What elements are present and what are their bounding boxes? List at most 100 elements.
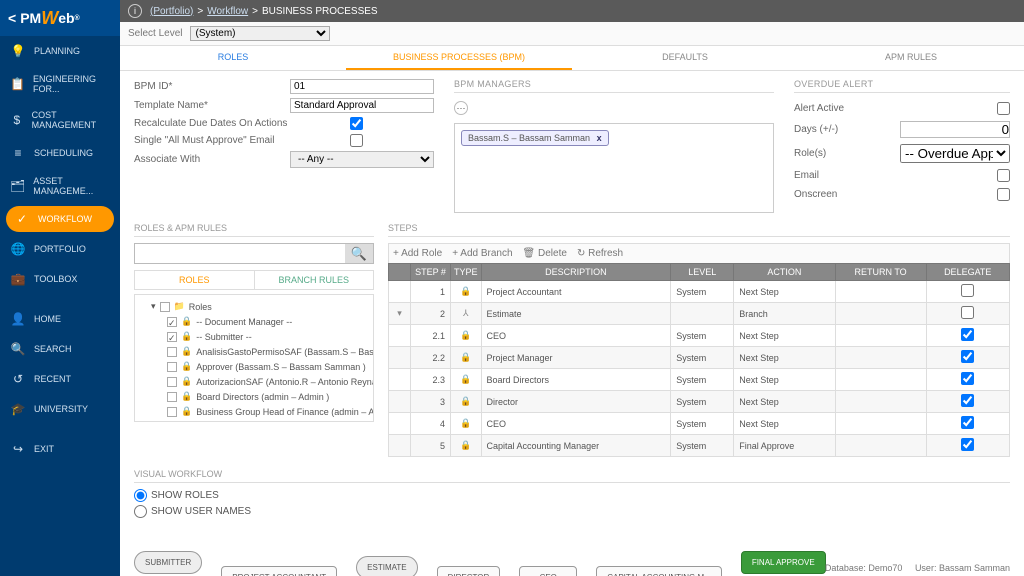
tree-checkbox[interactable] [167, 407, 177, 417]
nav-home[interactable]: 👤HOME [0, 304, 120, 334]
step-row[interactable]: ▾2⅄EstimateBranch [389, 303, 1010, 325]
col-header[interactable]: TYPE [451, 264, 482, 281]
nav-icon: ≡ [10, 146, 26, 160]
nav-recent[interactable]: ↺RECENT [0, 364, 120, 394]
delegate-checkbox[interactable] [961, 394, 974, 407]
tree-checkbox[interactable] [167, 392, 177, 402]
inner-tab-roles[interactable]: ROLES [135, 271, 254, 289]
step-row[interactable]: 2.2🔒Project ManagerSystemNext Step [389, 347, 1010, 369]
nav-university[interactable]: 🎓UNIVERSITY [0, 394, 120, 424]
overdue-onscreen-checkbox[interactable] [997, 188, 1010, 201]
col-header[interactable]: RETURN TO [835, 264, 926, 281]
overdue-alert-header: OVERDUE ALERT [794, 79, 1010, 93]
overdue-roles-select[interactable]: -- Overdue Approver -- [900, 144, 1010, 163]
step-row[interactable]: 2.1🔒CEOSystemNext Step [389, 325, 1010, 347]
delegate-checkbox[interactable] [961, 350, 974, 363]
flow-capital-accounting[interactable]: CAPITAL ACCOUNTING M... [596, 566, 722, 576]
tree-node[interactable]: ▾ 📁 Roles [139, 299, 369, 314]
nav-icon: 🎓 [10, 402, 26, 416]
tab-business-processes[interactable]: BUSINESS PROCESSES (BPM) [346, 46, 572, 70]
delegate-checkbox[interactable] [961, 416, 974, 429]
flow-ceo[interactable]: CEO [519, 566, 577, 576]
add-role-button[interactable]: + Add Role [393, 248, 442, 259]
delegate-checkbox[interactable] [961, 372, 974, 385]
template-name-input[interactable] [290, 98, 434, 113]
tree-node[interactable]: ✓🔒 -- Document Manager -- [139, 314, 369, 329]
flow-project-accountant[interactable]: PROJECT ACCOUNTANT [221, 566, 337, 576]
tree-checkbox[interactable] [167, 377, 177, 387]
nav-exit[interactable]: ↪EXIT [0, 434, 120, 464]
nav-planning[interactable]: 💡PLANNING [0, 36, 120, 66]
tree-node[interactable]: 🔒 AutorizacionSAF (Antonio.R – Antonio R… [139, 374, 369, 389]
tree-checkbox[interactable] [160, 302, 170, 312]
step-row[interactable]: 4🔒CEOSystemNext Step [389, 413, 1010, 435]
flow-final-approve[interactable]: FINAL APPROVE [741, 551, 826, 574]
tree-checkbox[interactable] [167, 362, 177, 372]
flow-submitter[interactable]: SUBMITTER [134, 551, 202, 574]
nav-engineering-for-[interactable]: 📋ENGINEERING FOR... [0, 66, 120, 102]
refresh-button[interactable]: ↻ Refresh [577, 248, 623, 259]
associate-with-select[interactable]: -- Any -- [290, 151, 434, 168]
nav-cost-management[interactable]: $COST MANAGEMENT [0, 102, 120, 138]
col-header[interactable]: DELEGATE [926, 264, 1010, 281]
main-area: i (Portfolio) > Workflow > BUSINESS PROC… [120, 0, 1024, 576]
topbar: i (Portfolio) > Workflow > BUSINESS PROC… [120, 0, 1024, 22]
flow-estimate[interactable]: ESTIMATE [356, 556, 417, 576]
delegate-checkbox[interactable] [961, 284, 974, 297]
tab-roles[interactable]: ROLES [120, 46, 346, 70]
nav-icon: ↪ [10, 442, 26, 456]
delete-button[interactable]: 🗑 Delete [523, 248, 567, 259]
tree-checkbox[interactable]: ✓ [167, 332, 177, 342]
nav-search[interactable]: 🔍SEARCH [0, 334, 120, 364]
step-row[interactable]: 2.3🔒Board DirectorsSystemNext Step [389, 369, 1010, 391]
tree-checkbox[interactable]: ✓ [167, 317, 177, 327]
remove-chip-icon[interactable]: x [597, 133, 602, 143]
tree-node[interactable]: 🔒 AnalisisGastoPermisoSAF (Bassam.S – Ba… [139, 344, 369, 359]
step-row[interactable]: 3🔒DirectorSystemNext Step [389, 391, 1010, 413]
tree-checkbox[interactable] [167, 347, 177, 357]
overdue-email-checkbox[interactable] [997, 169, 1010, 182]
lock-icon: 🔒 [181, 346, 192, 357]
step-row[interactable]: 1🔒Project AccountantSystemNext Step [389, 281, 1010, 303]
col-header[interactable]: STEP # [411, 264, 451, 281]
bpm-id-input[interactable] [290, 79, 434, 94]
add-manager-icon[interactable]: ⋯ [454, 101, 468, 115]
inner-tab-branch-rules[interactable]: BRANCH RULES [254, 271, 374, 289]
tab-apm-rules[interactable]: APM RULES [798, 46, 1024, 70]
alert-active-checkbox[interactable] [997, 102, 1010, 115]
arrow-icon: → [206, 571, 217, 576]
show-roles-radio[interactable]: SHOW ROLES [134, 489, 219, 502]
step-row[interactable]: 5🔒Capital Accounting ManagerSystemFinal … [389, 435, 1010, 457]
nav-asset-manageme-[interactable]: 🗂ASSET MANAGEME... [0, 168, 120, 204]
single-approve-checkbox[interactable] [350, 134, 363, 147]
nav-workflow[interactable]: ✓WORKFLOW [6, 206, 114, 232]
lock-icon: 🔒 [181, 331, 192, 342]
breadcrumb-workflow[interactable]: Workflow [207, 6, 248, 17]
days-input[interactable] [900, 121, 1010, 138]
nav-scheduling[interactable]: ≡SCHEDULING [0, 138, 120, 168]
recalc-checkbox[interactable] [350, 117, 363, 130]
add-branch-button[interactable]: + Add Branch [452, 248, 512, 259]
tree-node[interactable]: 🔒 Business Group Head of Finance (admin … [139, 404, 369, 419]
breadcrumb-portfolio[interactable]: (Portfolio) [150, 6, 193, 17]
search-button[interactable]: 🔍 [345, 244, 373, 263]
col-header[interactable]: ACTION [734, 264, 835, 281]
tree-node[interactable]: ✓🔒 -- Submitter -- [139, 329, 369, 344]
delegate-checkbox[interactable] [961, 306, 974, 319]
show-user-names-radio[interactable]: SHOW USER NAMES [134, 505, 251, 518]
col-header[interactable]: LEVEL [671, 264, 734, 281]
tree-node[interactable]: 🔒 Board Directors (admin – Admin ) [139, 389, 369, 404]
delegate-checkbox[interactable] [961, 438, 974, 451]
flow-director[interactable]: DIRECTOR [437, 566, 501, 576]
info-icon[interactable]: i [128, 4, 142, 18]
tree-node[interactable]: 🔒 Approver (Bassam.S – Bassam Samman ) [139, 359, 369, 374]
select-level-dropdown[interactable]: (System) [190, 26, 330, 41]
nav-portfolio[interactable]: 🌐PORTFOLIO [0, 234, 120, 264]
roles-search-input[interactable] [135, 244, 345, 263]
roles-tree[interactable]: ▾ 📁 Roles✓🔒 -- Document Manager --✓🔒 -- … [134, 294, 374, 422]
col-header[interactable]: DESCRIPTION [481, 264, 671, 281]
delegate-checkbox[interactable] [961, 328, 974, 341]
tab-defaults[interactable]: DEFAULTS [572, 46, 798, 70]
collapse-sidebar-icon[interactable]: < [8, 10, 16, 26]
nav-toolbox[interactable]: 💼TOOLBOX [0, 264, 120, 294]
